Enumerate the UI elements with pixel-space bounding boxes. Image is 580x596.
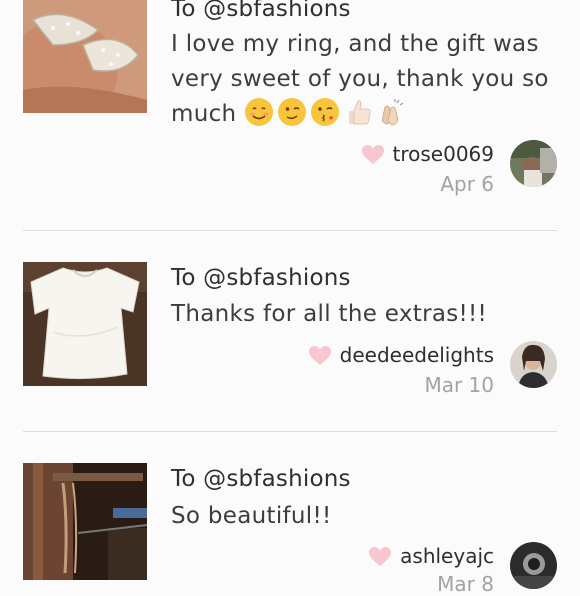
- review-message: So beautiful!!: [171, 503, 332, 529]
- reviewer-row[interactable]: trose0069: [361, 142, 494, 166]
- reviewer-username[interactable]: trose0069: [393, 142, 494, 166]
- review-thumbnail[interactable]: [23, 463, 147, 580]
- divider: [23, 431, 557, 432]
- reviewer-username[interactable]: ashleyajc: [400, 544, 494, 568]
- winking-face-icon: [278, 97, 307, 126]
- emoji-row: [244, 97, 406, 127]
- review-thumbnail[interactable]: [23, 0, 147, 113]
- divider: [23, 230, 557, 231]
- reviewer-avatar[interactable]: [510, 341, 557, 388]
- review-thumbnail[interactable]: [23, 262, 147, 386]
- clapping-hands-icon: [381, 98, 404, 125]
- review-date: Apr 6: [440, 172, 494, 196]
- heart-icon[interactable]: [368, 546, 392, 567]
- review-recipient: To @sbfashions: [171, 466, 351, 492]
- review-recipient: To @sbfashions: [171, 0, 351, 22]
- heart-icon[interactable]: [361, 144, 385, 165]
- reviewer-username[interactable]: deedeedelights: [340, 343, 494, 367]
- review-recipient: To @sbfashions: [171, 265, 351, 291]
- reviewer-row[interactable]: deedeedelights: [308, 343, 494, 367]
- heart-icon[interactable]: [308, 345, 332, 366]
- face-blowing-kiss-icon: [311, 97, 340, 126]
- smiling-face-icon: [245, 97, 274, 126]
- review-message: I love my ring, and the gift was very sw…: [171, 31, 549, 127]
- review-date: Mar 10: [424, 373, 494, 397]
- review-message: Thanks for all the extras!!!: [171, 301, 488, 327]
- reviewer-row[interactable]: ashleyajc: [368, 544, 494, 568]
- review-date: Mar 8: [437, 572, 494, 596]
- thumbs-up-icon: [349, 99, 371, 124]
- reviewer-avatar[interactable]: [510, 140, 557, 187]
- reviewer-avatar[interactable]: [510, 542, 557, 589]
